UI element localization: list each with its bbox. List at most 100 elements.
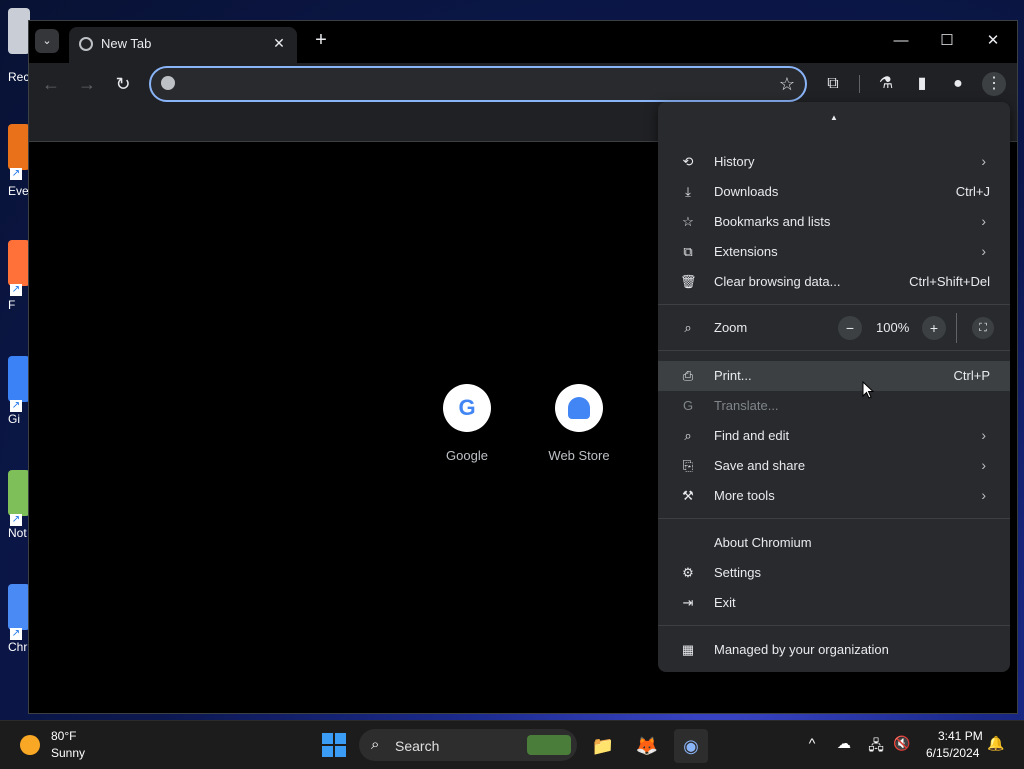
tab-close-button[interactable]: ✕ <box>269 33 289 53</box>
volume-muted-icon[interactable]: 🔇 <box>892 735 912 752</box>
desktop-icon-recycle-bin[interactable]: Rec <box>0 8 30 108</box>
menu-item-more-tools[interactable]: ⚒ More tools › <box>658 481 1010 511</box>
notification-bell-icon[interactable]: 🔔 <box>986 735 1006 752</box>
menu-item-about[interactable]: About Chromium <box>658 528 1010 558</box>
tab-title: New Tab <box>101 36 152 51</box>
search-highlight-image <box>527 735 571 755</box>
side-panel-icon[interactable]: ▮ <box>910 72 934 96</box>
menu-divider <box>658 304 1010 305</box>
minimize-button[interactable]: — <box>881 27 921 55</box>
menu-item-label: Extensions <box>714 244 778 259</box>
desktop-icon-firefox[interactable]: ↗ F <box>0 240 30 340</box>
weather-description[interactable]: Sunny <box>51 746 85 760</box>
site-info-icon[interactable] <box>161 76 175 90</box>
menu-item-bookmarks[interactable]: ☆ Bookmarks and lists › <box>658 207 1010 237</box>
taskbar-search[interactable]: ⌕ Search <box>359 729 577 761</box>
menu-item-translate[interactable]: G Translate... <box>658 391 1010 421</box>
zoom-in-button[interactable]: + <box>922 316 946 340</box>
desktop-icon-label: Not <box>8 526 27 540</box>
network-icon[interactable]: 🖧 <box>866 735 886 759</box>
menu-item-exit[interactable]: ⇥ Exit <box>658 588 1010 618</box>
gear-icon: ⚙ <box>682 565 694 580</box>
shortcut-google[interactable]: G Google <box>417 384 517 474</box>
menu-item-shortcut: Ctrl+J <box>955 184 990 199</box>
menu-item-label: Settings <box>714 565 761 580</box>
menu-divider <box>658 350 1010 351</box>
forward-button[interactable]: → <box>75 72 99 96</box>
menu-item-find-and-edit[interactable]: ⌕ Find and edit › <box>658 421 1010 451</box>
fullscreen-button[interactable]: ⛶ <box>972 317 994 339</box>
menu-item-print[interactable]: ⎙ Print... Ctrl+P <box>658 361 1010 391</box>
chevron-right-icon: › <box>981 243 986 259</box>
menu-item-label: More tools <box>714 488 775 503</box>
menu-item-label: History <box>714 154 755 169</box>
bookmark-star-icon[interactable]: ☆ <box>779 73 795 95</box>
file-explorer-icon[interactable]: 📁 <box>586 729 620 763</box>
weather-temperature[interactable]: 80°F <box>51 729 76 743</box>
new-tab-button[interactable]: + <box>309 29 333 53</box>
zoom-divider <box>956 313 957 343</box>
menu-item-extensions[interactable]: ⧉ Extensions › <box>658 237 1010 267</box>
tray-overflow-chevron-icon[interactable]: ^ <box>802 735 822 751</box>
close-window-button[interactable]: ✕ <box>973 27 1013 55</box>
reload-button[interactable]: ↻ <box>111 72 135 96</box>
menu-kebab-icon[interactable]: ⋮ <box>982 72 1006 96</box>
google-icon: G <box>443 384 491 432</box>
toolbox-icon: ⚒ <box>682 488 694 503</box>
menu-item-shortcut: Ctrl+Shift+Del <box>909 274 990 289</box>
download-icon: ⤓ <box>685 184 691 199</box>
tab-new-tab[interactable]: New Tab ✕ <box>69 27 297 63</box>
shortcut-web-store[interactable]: Web Store <box>529 384 629 474</box>
menu-item-zoom: ⌕ Zoom − 100% + ⛶ <box>658 313 1010 343</box>
back-button[interactable]: ← <box>39 72 63 96</box>
firefox-taskbar-icon[interactable]: 🦊 <box>630 729 664 763</box>
shortcut-arrow-icon: ↗ <box>10 514 22 526</box>
profile-icon[interactable]: ● <box>946 72 970 96</box>
zoom-out-button[interactable]: − <box>838 316 862 340</box>
menu-item-label: Managed by your organization <box>714 642 889 657</box>
clock-date[interactable]: 6/15/2024 <box>926 746 979 760</box>
desktop-icon-gi[interactable]: ↗ Gi <box>0 356 30 456</box>
shortcut-label: Web Store <box>548 448 610 463</box>
address-input[interactable] <box>185 73 749 97</box>
menu-item-clear-data[interactable]: 🗑 Clear browsing data... Ctrl+Shift+Del <box>658 267 1010 297</box>
printer-icon: ⎙ <box>682 368 694 383</box>
omnibox[interactable]: ☆ <box>149 66 807 102</box>
menu-divider <box>658 518 1010 519</box>
tab-search-button[interactable]: ⌄ <box>35 29 59 53</box>
menu-item-settings[interactable]: ⚙ Settings <box>658 558 1010 588</box>
menu-item-save-and-share[interactable]: ⎘ Save and share › <box>658 451 1010 481</box>
desktop-icon-label: Chr <box>8 640 28 654</box>
menu-item-label: Translate... <box>714 398 779 413</box>
save-share-icon: ⎘ <box>682 458 694 473</box>
menu-caret-icon: ▲ <box>830 113 838 122</box>
desktop-icon-label: Gi <box>8 412 20 426</box>
desktop-icon-chromium[interactable]: ↗ Chr <box>0 584 30 684</box>
desktop-icon-eve[interactable]: ↗ Eve <box>0 124 30 224</box>
search-label: Search <box>395 738 440 754</box>
search-icon: ⌕ <box>371 736 380 753</box>
history-icon: ⟲ <box>682 154 694 169</box>
chevron-right-icon: › <box>981 427 986 443</box>
maximize-button[interactable]: ☐ <box>927 27 967 55</box>
onedrive-cloud-icon[interactable]: ☁ <box>834 735 854 752</box>
sun-icon[interactable] <box>20 735 40 755</box>
menu-item-history[interactable]: ⟲ History › <box>658 147 1010 177</box>
desktop-icon-label: F <box>8 298 16 312</box>
browser-toolbar: ← → ↻ ☆ ⧉ ⚗ ▮ ● ⋮ <box>29 63 1017 105</box>
start-button[interactable] <box>322 733 346 757</box>
menu-item-managed[interactable]: ▦ Managed by your organization <box>658 635 1010 665</box>
menu-item-downloads[interactable]: ⤓ Downloads Ctrl+J <box>658 177 1010 207</box>
labs-icon[interactable]: ⚗ <box>874 72 898 96</box>
menu-item-label: Find and edit <box>714 428 790 443</box>
chromium-taskbar-icon[interactable]: ◉ <box>674 729 708 763</box>
extensions-icon[interactable]: ⧉ <box>821 72 845 96</box>
desktop-icon-notepad[interactable]: ↗ Not <box>0 470 30 570</box>
recycle-bin-icon <box>8 8 30 54</box>
shortcut-arrow-icon: ↗ <box>10 284 22 296</box>
app-shortcut-icon <box>8 356 30 402</box>
zoom-icon: ⌕ <box>684 320 692 335</box>
chevron-right-icon: › <box>981 153 986 169</box>
menu-item-label: Save and share <box>714 458 806 473</box>
clock-time[interactable]: 3:41 PM <box>938 729 983 743</box>
